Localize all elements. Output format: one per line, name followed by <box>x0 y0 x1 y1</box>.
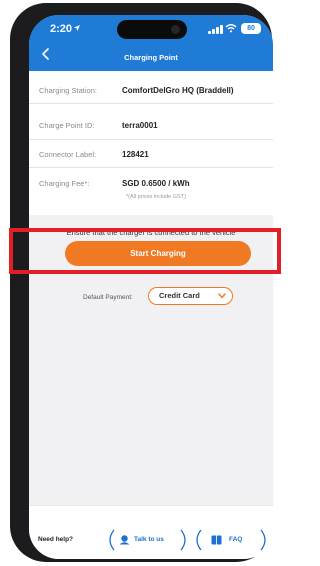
detail-label: Connector Label: <box>39 150 97 159</box>
camera-icon <box>171 25 180 34</box>
cellular-signal-icon <box>208 25 223 34</box>
status-time: 2:20 <box>50 23 73 35</box>
highlight-box <box>9 228 281 274</box>
page-title: Charging Point <box>124 53 178 62</box>
help-footer: Need help? Talk to us FAQ <box>29 505 273 559</box>
default-payment-label: Default Payment: <box>83 294 133 301</box>
book-icon <box>211 535 222 545</box>
detail-value: terra0001 <box>122 121 158 130</box>
talk-to-us-label: Talk to us <box>134 536 164 543</box>
detail-label: Charging Fee*: <box>39 179 90 188</box>
detail-value: SGD 0.6500 / kWh <box>122 179 190 188</box>
charging-details-card: Charging Station: ComfortDelGro HQ (Brad… <box>29 71 273 215</box>
divider <box>29 139 273 140</box>
fee-note: *(All prices include GST) <box>126 194 186 200</box>
phone-frame: 2:20 80 Charging Point Charging Station:… <box>10 3 273 562</box>
detail-value: ComfortDelGro HQ (Braddell) <box>122 86 234 95</box>
wifi-icon <box>225 24 237 33</box>
payment-method-select[interactable]: Credit Card <box>148 287 233 305</box>
detail-label: Charge Point ID: <box>39 121 95 130</box>
headset-icon <box>119 535 130 545</box>
detail-label: Charging Station: <box>39 86 97 95</box>
app-screen: 2:20 80 Charging Point Charging Station:… <box>29 15 273 559</box>
faq-button[interactable]: FAQ <box>192 529 270 551</box>
divider <box>29 103 273 104</box>
chevron-down-icon <box>218 293 226 299</box>
app-header: 2:20 80 Charging Point <box>29 15 273 71</box>
need-help-label: Need help? <box>38 536 74 543</box>
battery-icon: 80 <box>241 23 261 34</box>
talk-to-us-button[interactable]: Talk to us <box>105 529 190 551</box>
dynamic-island <box>117 20 187 39</box>
faq-label: FAQ <box>229 536 243 543</box>
payment-method-value: Credit Card <box>159 291 200 300</box>
divider <box>29 167 273 168</box>
detail-value: 128421 <box>122 150 149 159</box>
status-bar: 2:20 80 <box>29 15 273 43</box>
location-arrow-icon <box>74 25 80 31</box>
